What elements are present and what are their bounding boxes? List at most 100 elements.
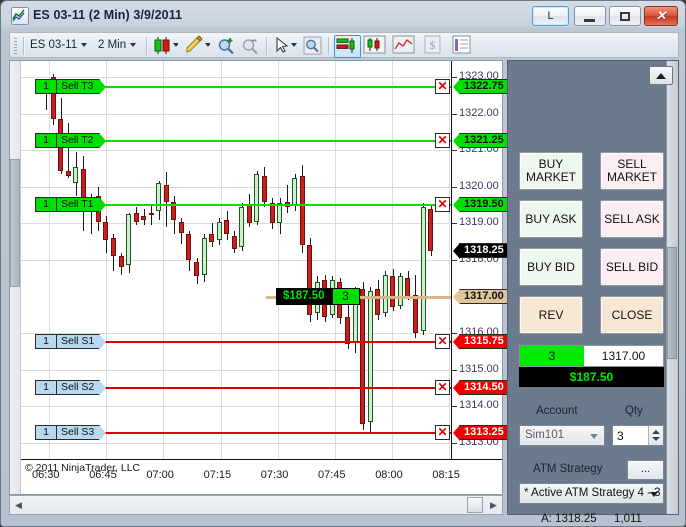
minimize-button[interactable] [574,6,606,26]
candle-body [390,276,395,308]
price-marker-arrow-icon [453,197,460,214]
candle-wick [287,185,288,213]
instrument-selector[interactable]: ES 03-11 [30,36,88,55]
chart-toolbar: ES 03-11 2 Min $ [9,32,679,58]
candle-body [217,221,222,240]
toolbar-grip[interactable] [14,38,17,54]
sell-ask-label: SELL ASK [604,211,660,226]
cancel-order-icon[interactable]: ✕ [435,133,450,149]
close-position-button[interactable]: CLOSE [600,296,664,334]
price-axis-tick [452,150,457,151]
price-marker-arrow-icon [453,425,460,442]
link-button[interactable]: L [532,6,569,26]
price-marker[interactable]: 1314.50 [453,379,508,396]
candle-body [179,221,184,233]
scroll-right-arrow[interactable]: ▶ [485,496,502,514]
zoom-out-button[interactable] [240,35,261,56]
chart-vertical-scrollbar[interactable] [10,61,21,494]
price-marker[interactable]: 1313.25 [453,425,508,442]
buy-market-button[interactable]: BUY MARKET [519,152,583,190]
position-quantity: 3 [520,346,584,366]
candle-body [149,212,154,215]
spinner-down-icon[interactable] [652,437,660,441]
cancel-order-icon[interactable]: ✕ [435,379,450,395]
cancel-order-icon[interactable]: ✕ [435,197,450,213]
data-box-button[interactable] [450,35,475,56]
price-marker-arrow-icon [453,379,460,396]
order-tag[interactable]: 1 Sell T3 [35,78,106,95]
order-line[interactable] [101,204,451,207]
line-chart-button[interactable] [392,35,417,56]
order-tag[interactable]: 1 Sell T1 [35,197,106,214]
order-tag-pointer-icon [98,197,106,214]
account-select[interactable]: Sim101 [519,425,605,446]
zoom-in-button[interactable] [216,35,237,56]
quantity-stepper[interactable]: 3 [612,425,664,446]
price-axis[interactable]: 1323.00 1322.00 1321.00 1320.00 1319.00 1318.… [451,61,508,459]
price-marker[interactable]: 1315.75 [453,334,508,351]
currency-button[interactable]: $ [421,35,446,56]
maximize-button[interactable] [609,6,641,26]
order-line[interactable] [101,85,451,88]
price-marker[interactable]: 1317.00 [453,288,508,305]
price-marker[interactable]: 1318.25 [453,242,508,259]
scroll-left-arrow[interactable]: ◀ [10,496,27,514]
time-axis[interactable]: © 2011 NinjaTrader, LLC 06:30 06:45 07:00 0… [21,459,502,494]
cursor-select-button[interactable] [272,35,298,56]
time-axis-label: 08:00 [375,469,403,481]
atm-strategy-select[interactable]: * Active ATM Strategy 4 - 3 [519,483,664,504]
order-tag[interactable]: 1 Sell S3 [35,425,107,442]
candle-body [262,176,267,202]
price-marker[interactable]: 1322.75 [453,78,508,95]
position-bar: 3 1317.00 [519,345,664,367]
magnifier-button[interactable] [302,35,323,56]
sell-market-button[interactable]: SELL MARKET [600,152,664,190]
atm-strategy-config-button[interactable]: ... [627,460,664,480]
quantity-spinner[interactable] [648,426,663,445]
close-button[interactable]: ✕ [644,6,678,26]
reverse-button[interactable]: REV [519,296,583,334]
order-entry-button[interactable] [334,35,361,58]
drawing-tools-button[interactable] [184,35,211,56]
gridline-horizontal [21,370,451,371]
toolbar-separator [328,37,329,55]
chart-horizontal-scrollbar-thumb[interactable] [467,497,483,513]
cancel-order-icon[interactable]: ✕ [435,425,450,441]
candle-body [224,219,229,235]
cancel-order-icon[interactable]: ✕ [435,334,450,350]
sell-bid-button[interactable]: SELL BID [600,248,664,286]
time-axis-label: 07:00 [146,469,174,481]
order-tag[interactable]: 1 Sell S2 [35,379,107,396]
interval-selector[interactable]: 2 Min [98,36,137,55]
panel-collapse-button[interactable] [649,66,673,85]
chart-vertical-scrollbar-thumb[interactable] [10,159,20,287]
chart-plot[interactable]: 1 Sell T3 ✕ 1 Sell T2 ✕ 1 Sell T1 ✕ 1 Sell S1 ✕ 1 Sel… [21,61,451,459]
price-axis-tick [452,223,457,224]
candle-body [141,216,146,220]
order-line[interactable] [101,341,451,344]
order-line[interactable] [101,386,451,389]
buy-bid-button[interactable]: BUY BID [519,248,583,286]
cancel-order-icon[interactable]: ✕ [435,78,450,94]
buy-ask-button[interactable]: BUY ASK [519,200,583,238]
order-line[interactable] [101,432,451,435]
candlestick-style-button[interactable] [152,35,179,56]
panel-scrollbar[interactable] [666,61,678,514]
panel-scrollbar-thumb[interactable] [667,247,677,359]
price-marker[interactable]: 1321.25 [453,133,508,150]
candle-body [156,183,161,211]
spinner-up-icon[interactable] [652,430,660,434]
price-axis-tick [452,260,457,261]
position-pnl-tag[interactable]: $187.50 3 [276,287,360,305]
candle-body [428,208,433,251]
sell-ask-button[interactable]: SELL ASK [600,200,664,238]
chart-horizontal-scrollbar[interactable]: ◀ ▶ [9,495,503,515]
price-marker[interactable]: 1319.50 [453,197,508,214]
price-marker-arrow-icon [453,288,460,305]
indicator-button[interactable] [363,35,388,56]
order-tag[interactable]: 1 Sell S1 [35,334,107,351]
candle-body [360,289,365,425]
order-line[interactable] [101,140,451,143]
price-axis-tick [452,443,457,444]
order-tag[interactable]: 1 Sell T2 [35,133,106,150]
